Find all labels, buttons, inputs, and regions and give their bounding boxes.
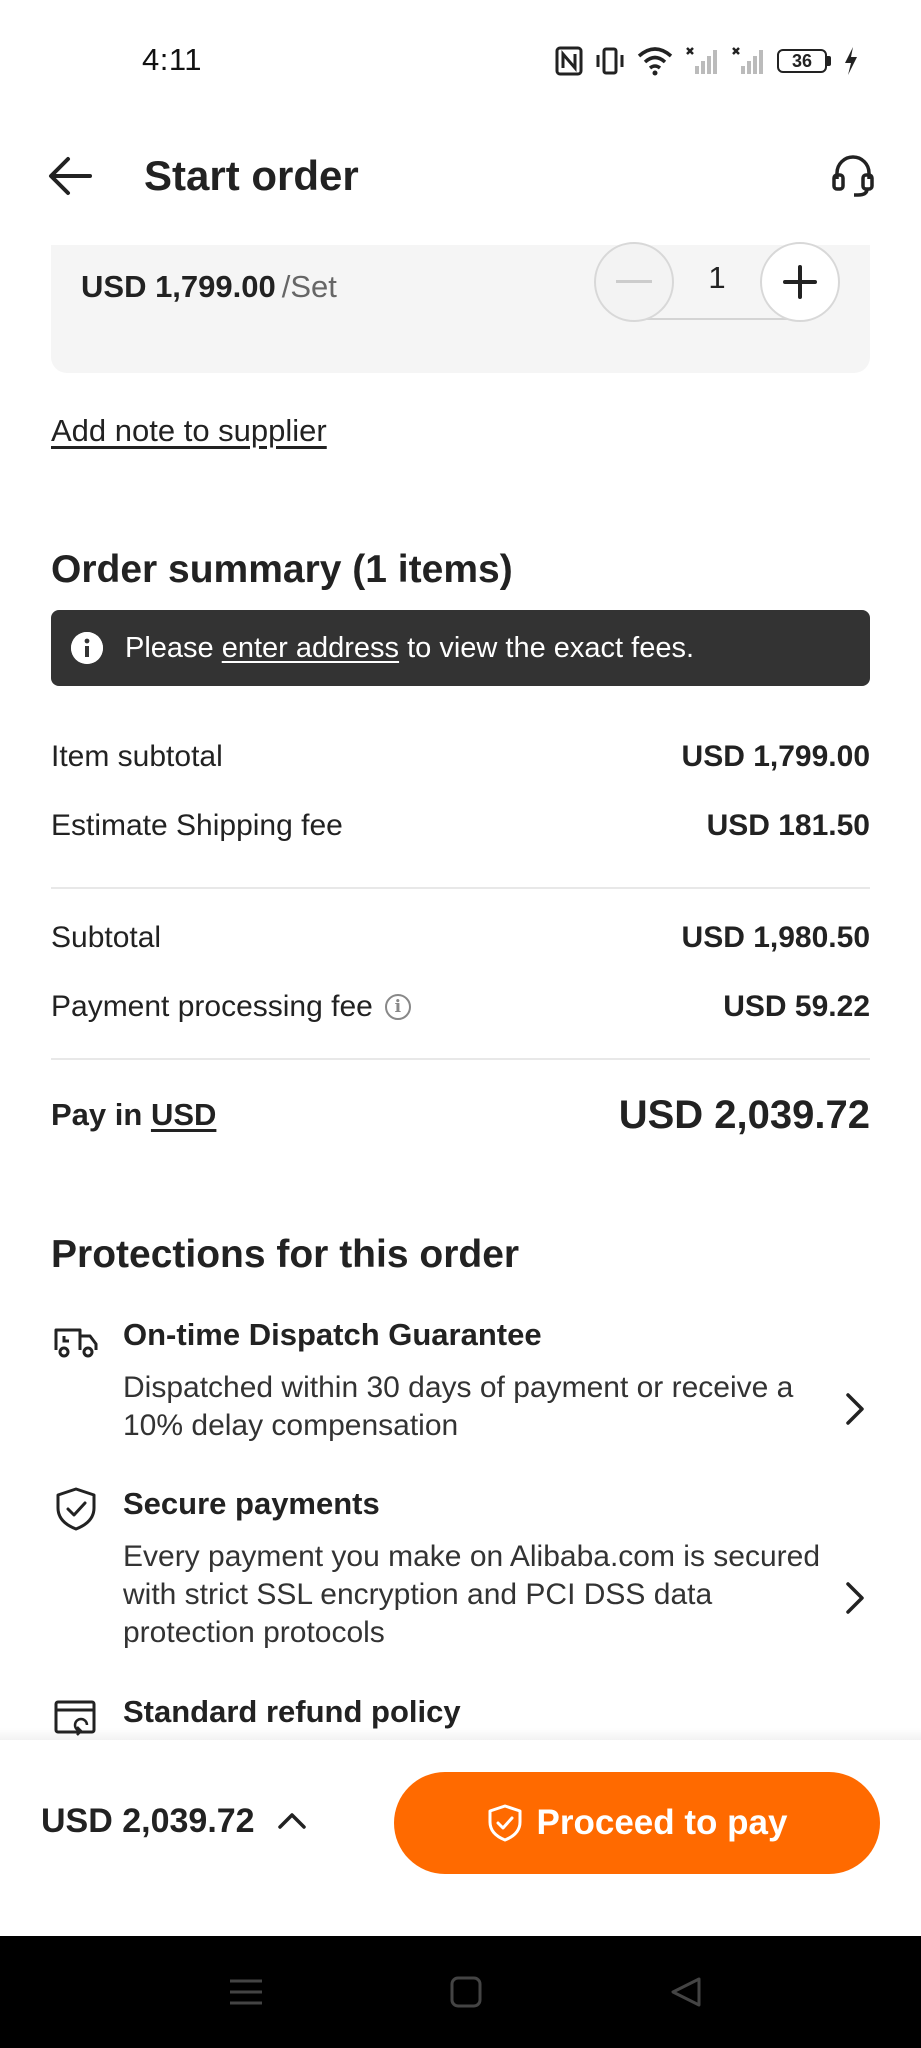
home-square-icon bbox=[450, 1976, 482, 2008]
summary-row-processing-fee: Payment processing fee i USD 59.22 bbox=[51, 985, 870, 1029]
bottom-total[interactable]: USD 2,039.72 bbox=[41, 1802, 255, 1841]
header: Start order bbox=[0, 120, 921, 230]
add-note-link[interactable]: Add note to supplier bbox=[51, 413, 327, 449]
vibrate-icon bbox=[595, 46, 625, 76]
order-summary-title: Order summary (1 items) bbox=[51, 548, 513, 591]
plus-icon bbox=[783, 265, 817, 299]
decrease-quantity-button[interactable] bbox=[594, 242, 674, 322]
protections-title: Protections for this order bbox=[51, 1233, 520, 1276]
enter-address-link[interactable]: enter address bbox=[222, 632, 399, 664]
system-nav-bar bbox=[0, 1936, 921, 2048]
nfc-icon bbox=[555, 46, 583, 76]
shield-check-icon bbox=[488, 1804, 522, 1842]
protection-item-dispatch[interactable]: On-time Dispatch Guarantee Dispatched wi… bbox=[51, 1315, 870, 1450]
row-label: Estimate Shipping fee bbox=[51, 809, 343, 842]
info-icon[interactable]: i bbox=[384, 994, 411, 1020]
back-button[interactable] bbox=[44, 150, 96, 202]
row-label: Item subtotal bbox=[51, 740, 223, 773]
address-notice: Please enter address to view the exact f… bbox=[51, 610, 870, 686]
headset-icon bbox=[832, 155, 874, 197]
summary-row-subtotal: Subtotal USD 1,980.50 bbox=[51, 916, 870, 960]
signal-no-service-icon bbox=[685, 46, 719, 76]
row-label: Payment processing fee bbox=[51, 990, 373, 1023]
chevron-right-icon bbox=[840, 1389, 870, 1429]
minus-icon bbox=[616, 280, 652, 283]
status-bar: 4:11 36 bbox=[0, 0, 921, 120]
info-icon bbox=[71, 632, 103, 664]
proceed-to-pay-button[interactable]: Proceed to pay bbox=[394, 1772, 880, 1874]
bottom-bar: USD 2,039.72 Proceed to pay bbox=[0, 1740, 921, 1936]
wifi-icon bbox=[637, 46, 673, 76]
chevron-right-icon bbox=[840, 1578, 870, 1618]
product-price: USD 1,799.00/Set bbox=[81, 269, 337, 305]
protection-title: Standard refund policy bbox=[123, 1694, 461, 1729]
chevron-up-icon[interactable] bbox=[272, 1800, 312, 1840]
pay-total-amount: USD 2,039.72 bbox=[618, 1092, 870, 1137]
divider bbox=[51, 1058, 870, 1060]
menu-icon bbox=[230, 1979, 262, 2005]
protection-desc: Dispatched within 30 days of payment or … bbox=[123, 1371, 794, 1442]
pay-currency-label: Pay in USD bbox=[51, 1097, 216, 1133]
row-value: USD 1,980.50 bbox=[681, 921, 870, 954]
row-label-wrap: Payment processing fee i bbox=[51, 990, 411, 1024]
charging-icon bbox=[843, 46, 859, 76]
product-card: USD 1,799.00/Set 1 bbox=[51, 242, 870, 373]
battery-level: 36 bbox=[777, 49, 827, 73]
home-nav-button[interactable] bbox=[441, 1970, 491, 2014]
proceed-button-label: Proceed to pay bbox=[536, 1803, 788, 1842]
row-value: USD 181.50 bbox=[706, 809, 870, 842]
battery-icon: 36 bbox=[777, 49, 831, 73]
summary-row-shipping-fee: Estimate Shipping fee USD 181.50 bbox=[51, 804, 870, 848]
status-time: 4:11 bbox=[142, 42, 203, 77]
increase-quantity-button[interactable] bbox=[760, 242, 840, 322]
notice-prefix: Please bbox=[125, 631, 222, 664]
page-title: Start order bbox=[144, 152, 359, 199]
divider bbox=[51, 887, 870, 889]
protection-title: On-time Dispatch Guarantee bbox=[123, 1317, 542, 1352]
truck-clock-icon bbox=[51, 1315, 101, 1365]
support-button[interactable] bbox=[825, 148, 881, 204]
arrow-left-icon bbox=[49, 157, 92, 195]
pay-in-prefix: Pay in bbox=[51, 1097, 151, 1132]
product-price-unit: /Set bbox=[281, 269, 337, 304]
back-triangle-icon bbox=[671, 1977, 701, 2007]
pay-total-row: Pay in USD USD 2,039.72 bbox=[51, 1085, 870, 1145]
row-value: USD 59.22 bbox=[723, 990, 870, 1023]
shield-check-icon bbox=[51, 1484, 101, 1534]
row-value: USD 1,799.00 bbox=[681, 740, 870, 773]
product-price-amount: USD 1,799.00 bbox=[81, 269, 276, 304]
signal-no-service-icon bbox=[731, 46, 765, 76]
summary-row-item-subtotal: Item subtotal USD 1,799.00 bbox=[51, 735, 870, 779]
quantity-value[interactable]: 1 bbox=[674, 260, 760, 296]
status-icons: 36 bbox=[555, 44, 859, 78]
protection-desc: Every payment you make on Alibaba.com is… bbox=[123, 1540, 821, 1649]
notice-suffix: to view the exact fees. bbox=[399, 631, 695, 664]
protection-item-secure-payments[interactable]: Secure payments Every payment you make o… bbox=[51, 1484, 870, 1664]
back-nav-button[interactable] bbox=[661, 1970, 711, 2014]
protection-title: Secure payments bbox=[123, 1486, 380, 1521]
menu-nav-button[interactable] bbox=[221, 1970, 271, 2014]
currency-selector-link[interactable]: USD bbox=[151, 1097, 216, 1132]
row-label: Subtotal bbox=[51, 921, 162, 954]
quantity-stepper: 1 bbox=[594, 242, 840, 322]
notice-text: Please enter address to view the exact f… bbox=[125, 632, 694, 665]
